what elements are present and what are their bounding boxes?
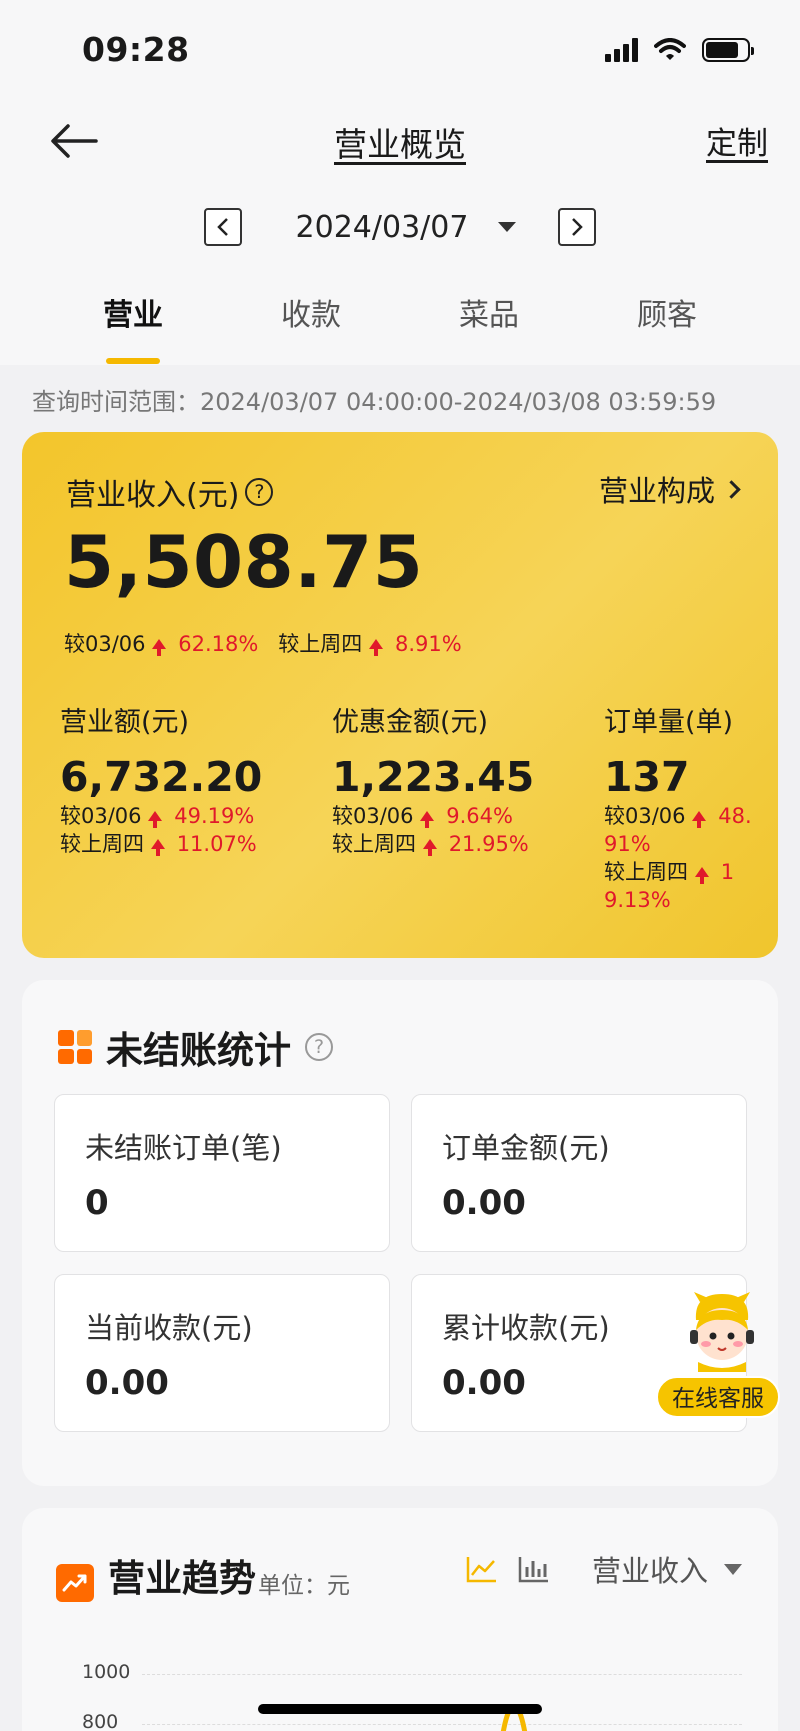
date-selector: 2024/03/07	[0, 208, 800, 246]
stat-value: 0.00	[442, 1183, 526, 1223]
customize-button[interactable]: 定制	[706, 118, 768, 163]
chevron-right-icon	[722, 479, 741, 499]
metric-week-compare: 较上周四 19.13%	[604, 858, 754, 914]
compare-day-value: 62.18%	[178, 632, 259, 656]
unsettled-header: 未结账统计 ?	[58, 1020, 333, 1074]
arrow-up-icon	[148, 811, 163, 828]
day-label: 较03/06	[604, 804, 686, 828]
day-label: 较03/06	[60, 804, 142, 828]
arrow-up-icon	[420, 811, 435, 828]
arrow-up-icon	[422, 839, 437, 856]
stat-label: 未结账订单(笔)	[85, 1131, 282, 1165]
status-icons	[605, 38, 754, 62]
metric-day-compare: 较03/06 9.64%	[332, 802, 562, 830]
stat-current-payment: 当前收款(元) 0.00	[54, 1274, 390, 1432]
revenue-card: 营业收入(元) ? 营业构成 5,508.75 较03/06 62.18% 较上…	[22, 432, 778, 958]
metric-label: 订单量(单)	[604, 707, 734, 738]
revenue-value: 5,508.75	[64, 520, 424, 604]
line-chart-icon[interactable]	[466, 1555, 498, 1583]
service-avatar-icon	[690, 1292, 754, 1372]
metric-week-compare: 较上周四 11.07%	[60, 830, 310, 858]
caret-down-icon[interactable]	[498, 222, 517, 232]
revenue-composition-label: 营业构成	[598, 474, 715, 508]
online-service-button[interactable]: 在线客服	[656, 1290, 782, 1424]
next-date-button[interactable]	[558, 208, 597, 246]
wifi-icon	[654, 38, 686, 60]
section-title: 营业趋势	[108, 1557, 256, 1600]
trend-tools: 营业收入	[466, 1548, 742, 1590]
section-title: 未结账统计	[106, 1029, 291, 1072]
date-picker[interactable]: 2024/03/07	[296, 210, 469, 245]
stat-value: 0	[85, 1183, 109, 1223]
chevron-left-icon	[216, 218, 228, 236]
metric-label: 营业额(元)	[60, 707, 190, 738]
day-value: 49.19%	[174, 804, 255, 828]
arrow-up-icon	[150, 839, 165, 856]
trend-line	[500, 1706, 528, 1731]
metric-week-compare: 较上周四 21.95%	[332, 830, 562, 858]
week-value: 21.95%	[448, 832, 529, 856]
day-label: 较03/06	[332, 804, 414, 828]
stat-order-amount: 订单金额(元) 0.00	[411, 1094, 747, 1252]
metric-day-compare: 较03/06 49.19%	[60, 802, 310, 830]
trend-unit: 单位：元	[258, 1573, 350, 1599]
metric-turnover: 营业额(元) 6,732.20 较03/06 49.19% 较上周四 11.07…	[60, 706, 310, 858]
metric-discount: 优惠金额(元) 1,223.45 较03/06 9.64% 较上周四 21.95…	[332, 706, 562, 858]
help-icon[interactable]: ?	[245, 478, 274, 506]
home-indicator	[258, 1704, 542, 1714]
cellular-signal-icon	[605, 38, 638, 62]
grid-icon	[58, 1030, 92, 1064]
y-tick-label: 1000	[82, 1661, 131, 1683]
stat-label: 当前收款(元)	[85, 1311, 253, 1345]
stat-unsettled-orders: 未结账订单(笔) 0	[54, 1094, 390, 1252]
help-icon[interactable]: ?	[305, 1033, 333, 1061]
compare-week-value: 8.91%	[394, 632, 462, 656]
tab-bar: 营业 收款 菜品 顾客	[44, 290, 756, 364]
revenue-label-row: 营业收入(元) ?	[66, 470, 274, 514]
revenue-compare: 较03/06 62.18% 较上周四 8.91%	[64, 628, 462, 658]
battery-icon	[702, 38, 754, 62]
tab-business[interactable]: 营业	[44, 290, 222, 364]
compare-week-label: 较上周四	[278, 632, 363, 656]
metric-dropdown[interactable]: 营业收入	[592, 1548, 742, 1590]
stat-value: 0.00	[85, 1363, 169, 1403]
day-value: 9.64%	[446, 804, 513, 828]
week-label: 较上周四	[60, 832, 144, 856]
revenue-composition-link[interactable]: 营业构成	[598, 468, 741, 510]
query-range: 查询时间范围：2024/03/07 04:00:00-2024/03/08 03…	[32, 388, 717, 416]
y-tick-label: 800	[82, 1711, 119, 1731]
caret-down-icon	[724, 1563, 742, 1575]
chevron-right-icon	[572, 218, 584, 236]
metric-label: 优惠金额(元)	[332, 707, 489, 738]
page-title: 营业概览	[334, 125, 466, 164]
arrow-up-icon	[694, 867, 709, 884]
compare-day: 较03/06 62.18%	[64, 628, 258, 658]
stat-label: 订单金额(元)	[442, 1131, 610, 1165]
service-label: 在线客服	[656, 1376, 780, 1418]
trend-icon	[56, 1564, 94, 1602]
week-label: 较上周四	[332, 832, 416, 856]
bar-chart-icon[interactable]	[518, 1555, 550, 1583]
revenue-label: 营业收入(元)	[66, 478, 240, 513]
week-value: 11.07%	[176, 832, 257, 856]
metric-value: 1,223.45	[332, 753, 535, 801]
metric-dropdown-value: 营业收入	[591, 1554, 708, 1588]
metric-orders: 订单量(单) 137 较03/06 48.91% 较上周四 19.13%	[604, 706, 754, 914]
metric-value: 6,732.20	[60, 753, 263, 801]
metric-day-compare: 较03/06 48.91%	[604, 802, 754, 858]
trend-header: 营业趋势 单位：元	[56, 1548, 350, 1602]
status-time: 09:28	[82, 30, 190, 69]
arrow-up-icon	[368, 639, 383, 656]
trend-card: 营业趋势 单位：元 营业收入 1000 800	[22, 1508, 778, 1731]
week-label: 较上周四	[604, 860, 688, 884]
tab-payment[interactable]: 收款	[222, 290, 400, 364]
arrow-up-icon	[152, 639, 167, 656]
prev-date-button[interactable]	[203, 208, 242, 246]
metric-value: 137	[604, 753, 690, 801]
tab-dishes[interactable]: 菜品	[400, 290, 578, 364]
compare-week: 较上周四 8.91%	[278, 628, 462, 658]
tab-customers[interactable]: 顾客	[578, 290, 756, 364]
compare-day-label: 较03/06	[64, 632, 146, 656]
arrow-up-icon	[692, 811, 707, 828]
